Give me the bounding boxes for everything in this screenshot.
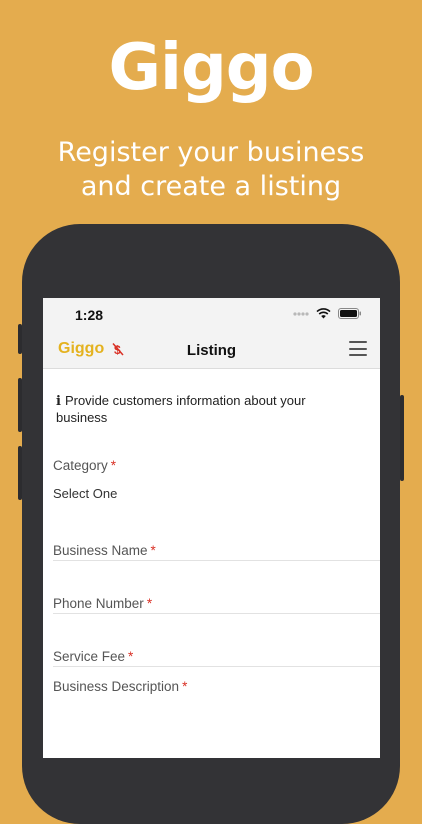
business-name-field[interactable]: Business Name * <box>53 543 156 558</box>
required-marker: * <box>128 649 134 664</box>
signal-icon <box>293 311 309 316</box>
phone-number-field[interactable]: Phone Number * <box>53 596 152 611</box>
service-fee-field[interactable]: Service Fee * <box>53 649 133 664</box>
info-icon: i <box>56 394 61 409</box>
hero-subtitle-line2: and create a listing <box>80 171 342 202</box>
hero-subtitle: Register your business and create a list… <box>0 136 422 204</box>
wifi-icon <box>316 308 331 319</box>
phone-mute-switch <box>18 324 22 354</box>
phone-number-label: Phone Number <box>53 596 144 611</box>
status-time: 1:28 <box>75 307 104 323</box>
category-select[interactable]: Select One <box>53 486 117 501</box>
info-text: Provide customers information about your… <box>56 393 306 425</box>
service-fee-label: Service Fee <box>53 649 126 664</box>
battery-icon <box>338 308 361 319</box>
phone-volume-up <box>18 378 22 432</box>
hero-subtitle-line1: Register your business <box>57 137 365 168</box>
service-fee-underline <box>53 666 380 667</box>
status-bar: 1:28 <box>43 298 380 330</box>
phone-volume-down <box>18 446 22 500</box>
category-label-text: Category <box>53 458 108 473</box>
required-marker: * <box>146 596 153 611</box>
category-label: Category * <box>53 458 116 473</box>
required-marker: * <box>182 679 188 694</box>
business-description-label: Business Description <box>53 679 180 694</box>
business-name-underline <box>53 560 380 561</box>
nav-bar: Giggo $ Listing <box>43 330 380 369</box>
nav-title: Listing <box>186 342 237 359</box>
required-marker: * <box>110 458 117 473</box>
menu-icon[interactable] <box>349 341 367 356</box>
status-icons <box>293 308 362 319</box>
required-marker: * <box>150 543 156 558</box>
business-description-field[interactable]: Business Description * <box>53 679 187 694</box>
app-screen: 1:28 Giggo $ Listing <box>43 298 380 758</box>
business-name-label: Business Name <box>53 543 148 558</box>
phone-power-button <box>400 395 404 481</box>
phone-number-underline <box>53 613 380 614</box>
hero-title: Giggo <box>108 31 314 105</box>
info-message: i Provide customers information about you… <box>56 393 356 426</box>
